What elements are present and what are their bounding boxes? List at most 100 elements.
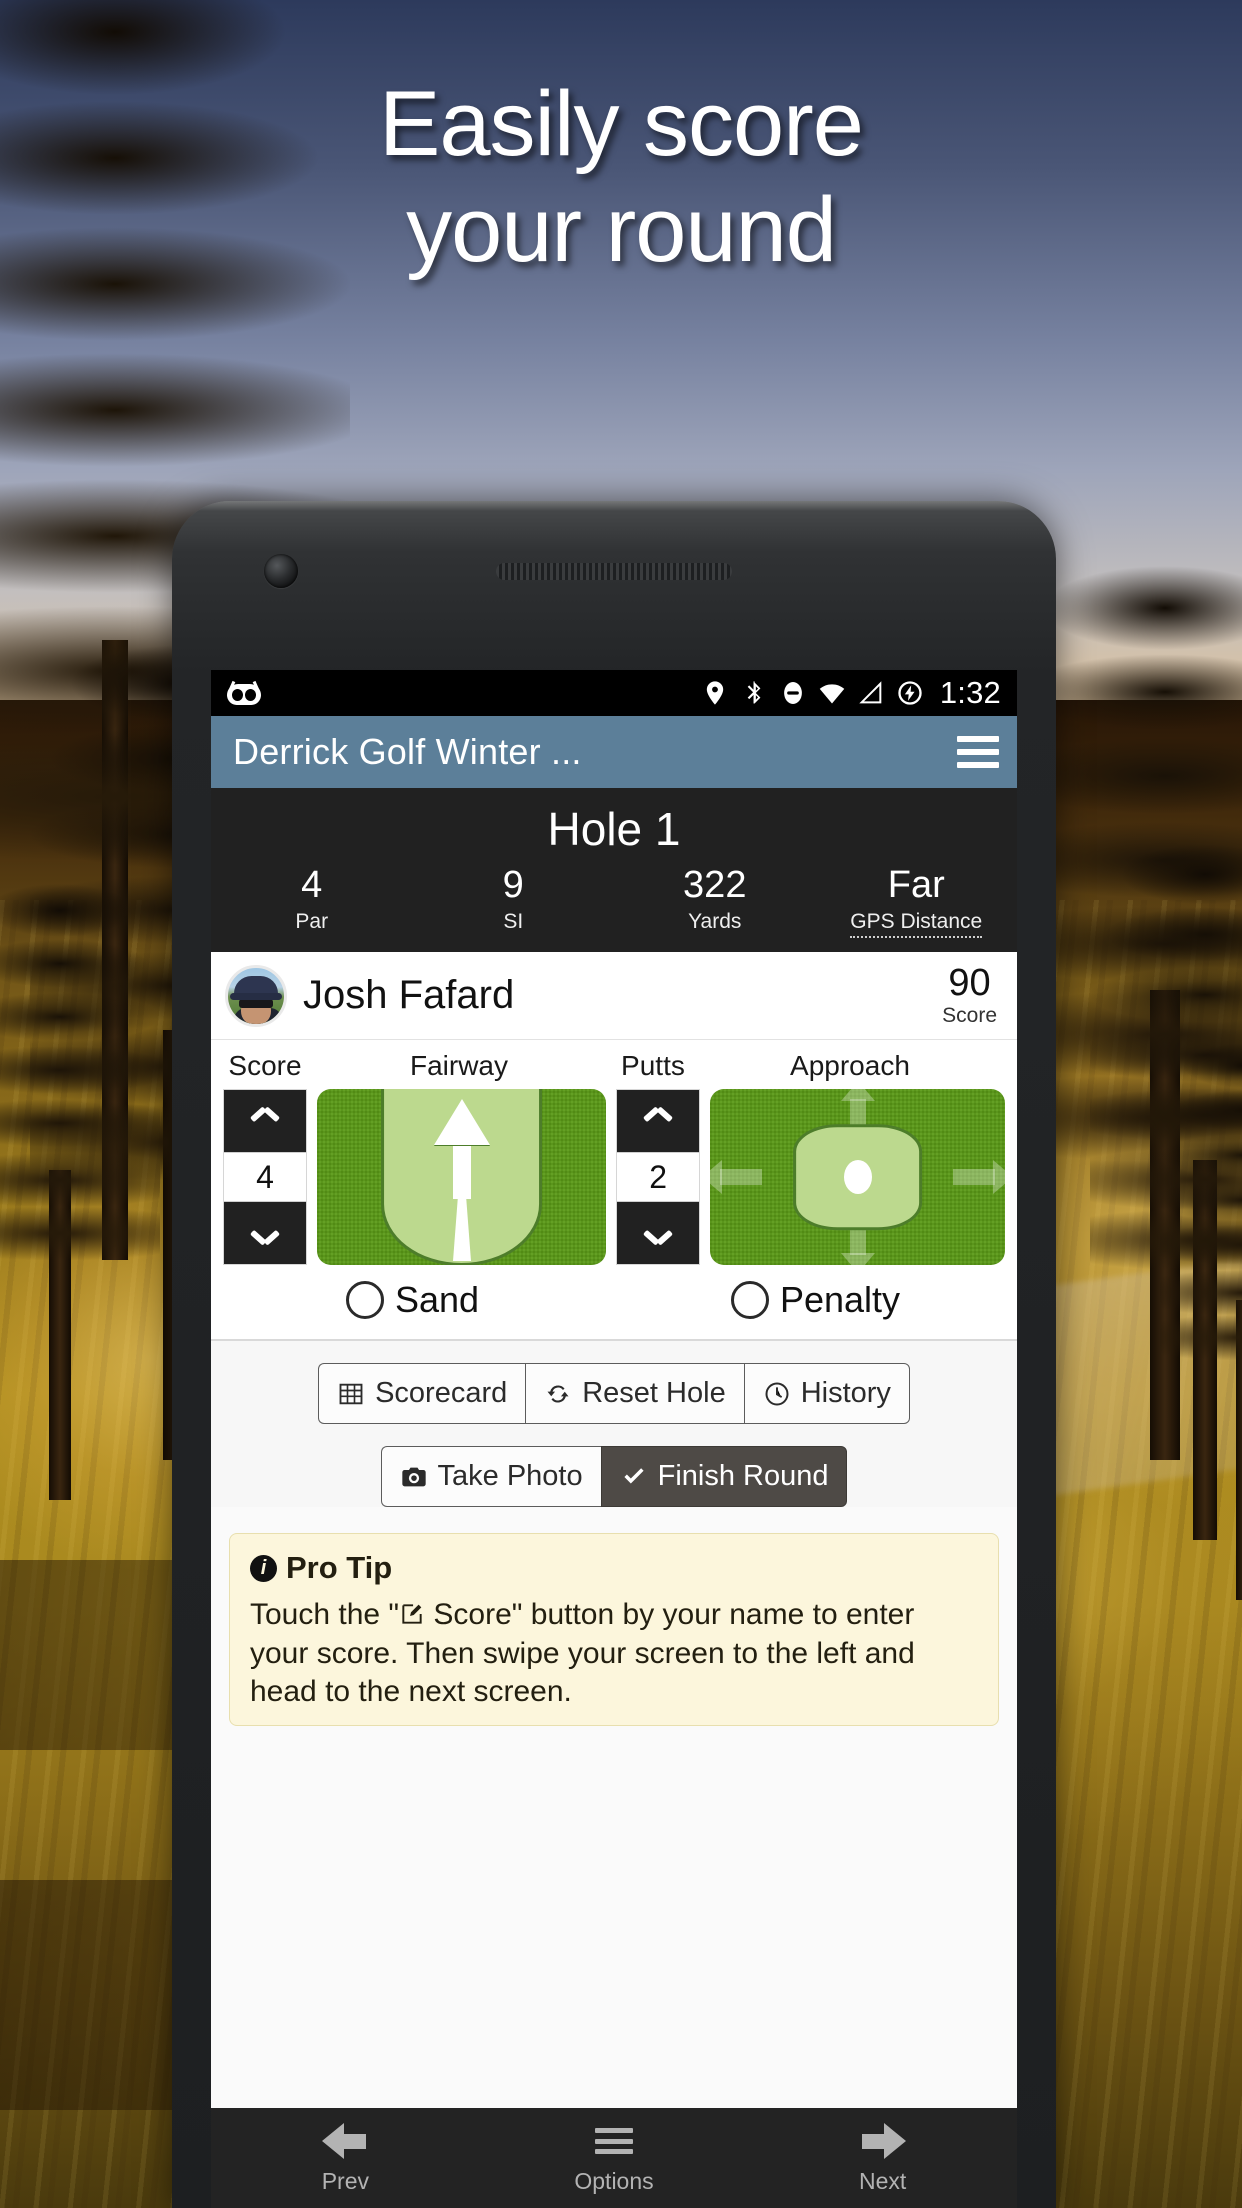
player-score-value: 90 bbox=[948, 961, 991, 1004]
tree-left-small bbox=[0, 880, 160, 1500]
score-stepper: 4 bbox=[223, 1089, 307, 1266]
take-photo-button[interactable]: Take Photo bbox=[380, 1446, 601, 1508]
front-camera-icon bbox=[264, 554, 298, 588]
stat-si: 9 SI bbox=[413, 864, 615, 938]
header-fairway: Fairway bbox=[409, 1050, 508, 1082]
approach-left-arrow-icon[interactable] bbox=[720, 1169, 763, 1186]
nav-options-label: Options bbox=[574, 2168, 654, 2194]
headline-line-2: your round bbox=[406, 179, 837, 281]
avatar[interactable] bbox=[225, 964, 287, 1027]
nav-next-button[interactable]: Next bbox=[748, 2121, 1017, 2195]
chevron-down-icon bbox=[252, 1226, 278, 1241]
course-title: Derrick Golf Winter ... bbox=[233, 731, 582, 772]
putts-increment-button[interactable] bbox=[617, 1090, 700, 1153]
bezel-highlight bbox=[172, 501, 1056, 511]
pro-tip-panel: i Pro Tip Touch the " Score" button by y… bbox=[229, 1533, 999, 1727]
status-icons: 1:32 bbox=[701, 675, 1001, 711]
status-bar: 1:32 bbox=[211, 670, 1017, 716]
pro-tip-text-before: Touch the " bbox=[250, 1598, 400, 1632]
arrow-left-icon bbox=[322, 2123, 368, 2159]
take-photo-label: Take Photo bbox=[437, 1460, 583, 1493]
chevron-down-icon bbox=[645, 1226, 671, 1241]
yards-value: 322 bbox=[683, 864, 747, 906]
bluetooth-icon bbox=[747, 681, 761, 704]
do-not-disturb-icon bbox=[783, 682, 802, 704]
par-label: Par bbox=[295, 910, 329, 934]
status-bar-time: 1:32 bbox=[939, 675, 1001, 710]
player-score: 90 Score bbox=[942, 964, 997, 1028]
penalty-option[interactable]: Penalty bbox=[614, 1279, 1017, 1321]
score-decrement-button[interactable] bbox=[224, 1202, 306, 1265]
pro-tip-title: Pro Tip bbox=[286, 1550, 393, 1586]
check-icon bbox=[624, 1468, 644, 1484]
header-putts: Putts bbox=[621, 1050, 685, 1082]
headline-line-1: Easily score bbox=[379, 73, 864, 175]
primary-button-group: Scorecard Reset Hole History bbox=[211, 1363, 1017, 1425]
hole-header: Hole 1 4 Par 9 SI 322 Yards Far GPS Dist… bbox=[211, 788, 1018, 953]
finish-round-button[interactable]: Finish Round bbox=[600, 1446, 848, 1508]
stat-gps-distance[interactable]: Far GPS Distance bbox=[816, 864, 1018, 939]
history-button[interactable]: History bbox=[743, 1363, 910, 1425]
si-label: SI bbox=[503, 910, 524, 934]
app-action-bar: Derrick Golf Winter ... bbox=[211, 716, 1017, 788]
tree-right-far bbox=[1160, 1040, 1242, 1600]
camera-icon bbox=[401, 1467, 426, 1487]
hole-stats: 4 Par 9 SI 322 Yards Far GPS Distance bbox=[211, 864, 1018, 939]
reset-hole-button[interactable]: Reset Hole bbox=[525, 1363, 744, 1425]
sand-radio-icon[interactable] bbox=[345, 1281, 384, 1320]
putts-stepper: 2 bbox=[616, 1089, 701, 1266]
scorecard-button[interactable]: Scorecard bbox=[318, 1363, 526, 1425]
stat-yards: 322 Yards bbox=[614, 864, 816, 938]
location-icon bbox=[706, 681, 724, 705]
clock-icon bbox=[765, 1382, 789, 1406]
pro-tip-title-row: i Pro Tip bbox=[250, 1550, 978, 1586]
arrow-right-icon bbox=[860, 2123, 906, 2159]
putts-decrement-button[interactable] bbox=[617, 1202, 700, 1265]
tool-buttons-section: Scorecard Reset Hole History Take Photo bbox=[211, 1341, 1017, 1508]
putts-value[interactable]: 2 bbox=[617, 1152, 700, 1203]
penalty-radio-icon[interactable] bbox=[730, 1281, 769, 1320]
penalty-label: Penalty bbox=[779, 1279, 901, 1321]
score-value[interactable]: 4 bbox=[224, 1152, 306, 1203]
hole-title: Hole 1 bbox=[547, 803, 681, 855]
info-icon: i bbox=[250, 1554, 277, 1582]
history-label: History bbox=[800, 1377, 891, 1410]
sand-label: Sand bbox=[394, 1279, 480, 1321]
refresh-icon bbox=[547, 1385, 569, 1403]
phone-screen: 1:32 Derrick Golf Winter ... Hole 1 4 Pa… bbox=[211, 670, 1017, 2208]
si-value: 9 bbox=[502, 864, 524, 906]
nav-options-button[interactable]: Options bbox=[480, 2121, 749, 2195]
hazard-checkboxes: Sand Penalty bbox=[211, 1265, 1017, 1342]
stat-par: 4 Par bbox=[211, 864, 413, 938]
battery-charging-icon bbox=[898, 681, 922, 705]
cyanogenmod-logo-icon bbox=[227, 680, 261, 705]
score-entry-section: Score Fairway Putts Approach 4 2 bbox=[211, 1040, 1017, 1266]
sand-option[interactable]: Sand bbox=[211, 1279, 614, 1321]
header-score: Score bbox=[228, 1050, 302, 1082]
reset-hole-label: Reset Hole bbox=[582, 1377, 726, 1410]
fairway-selector[interactable] bbox=[317, 1089, 607, 1266]
nav-prev-label: Prev bbox=[321, 2168, 369, 2194]
gps-distance-label: GPS Distance bbox=[850, 910, 983, 939]
secondary-button-group: Take Photo Finish Round bbox=[211, 1446, 1017, 1508]
entry-headers: Score Fairway Putts Approach bbox=[223, 1046, 1005, 1089]
cell-signal-icon bbox=[859, 681, 882, 704]
entry-widgets: 4 2 bbox=[223, 1089, 1005, 1266]
approach-right-arrow-icon[interactable] bbox=[953, 1169, 995, 1186]
approach-selector[interactable] bbox=[710, 1089, 1005, 1266]
nav-prev-button[interactable]: Prev bbox=[211, 2121, 480, 2195]
promo-headline: Easily score your round bbox=[0, 78, 1242, 276]
bottom-navigation-bar: Prev Options Next bbox=[211, 2108, 1017, 2208]
finish-round-label: Finish Round bbox=[657, 1460, 829, 1493]
player-row[interactable]: Josh Fafard 90 Score bbox=[211, 952, 1017, 1041]
score-increment-button[interactable] bbox=[224, 1090, 306, 1153]
hamburger-menu-icon[interactable] bbox=[957, 736, 999, 768]
edit-score-icon bbox=[402, 1604, 422, 1624]
chevron-up-icon bbox=[645, 1114, 671, 1129]
wifi-icon bbox=[819, 684, 845, 704]
yards-label: Yards bbox=[688, 910, 742, 934]
nav-next-label: Next bbox=[859, 2168, 907, 2194]
chevron-up-icon bbox=[252, 1114, 278, 1129]
phone-mockup: 1:32 Derrick Golf Winter ... Hole 1 4 Pa… bbox=[172, 501, 1056, 2208]
table-icon bbox=[339, 1383, 363, 1405]
